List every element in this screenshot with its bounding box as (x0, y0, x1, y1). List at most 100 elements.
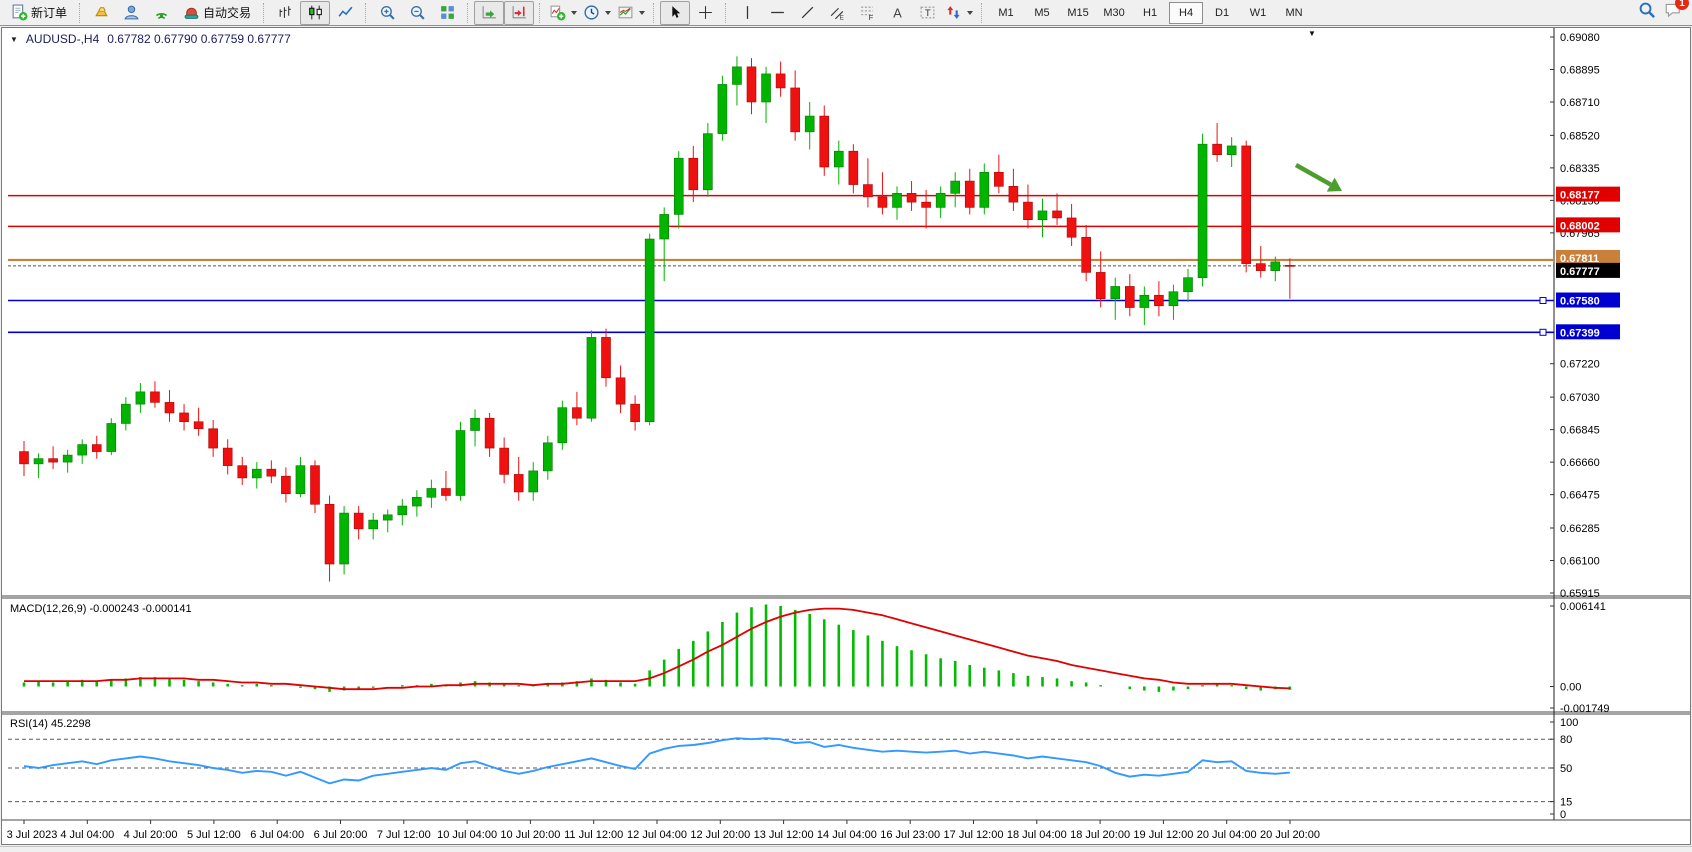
toolbar-separator (653, 3, 655, 23)
line-chart-button[interactable] (330, 1, 360, 25)
svg-text:19 Jul 12:00: 19 Jul 12:00 (1133, 829, 1193, 841)
autotrading-button[interactable]: 自动交易 (176, 1, 258, 25)
tile-windows-button[interactable] (432, 1, 462, 25)
toolbar-group: EF AT (732, 0, 976, 25)
svg-text:10 Jul 04:00: 10 Jul 04:00 (437, 829, 497, 841)
candlestick-chart-button[interactable] (300, 1, 330, 25)
svg-text:18 Jul 20:00: 18 Jul 20:00 (1070, 829, 1130, 841)
indicators-icon (549, 4, 566, 21)
timeframe-d1[interactable]: D1 (1205, 2, 1239, 24)
indicators-button[interactable] (546, 1, 580, 25)
timeframe-m5[interactable]: M5 (1025, 2, 1059, 24)
equidistant-channel-button[interactable]: E (822, 1, 852, 25)
chat-button[interactable]: 1 (1664, 1, 1682, 24)
dropdown-caret-icon (967, 11, 973, 15)
trendline-button[interactable] (792, 1, 822, 25)
bar-chart-icon (277, 4, 294, 21)
svg-text:6 Jul 04:00: 6 Jul 04:00 (250, 829, 304, 841)
toolbar-separator (365, 3, 367, 23)
zoom-out-button[interactable] (402, 1, 432, 25)
profile-button[interactable] (116, 1, 146, 25)
chart-shift-button[interactable] (504, 1, 534, 25)
auto-scroll-button[interactable] (474, 1, 504, 25)
svg-text:50: 50 (1560, 763, 1572, 775)
macd-axis[interactable]: 0.006141 0.00 -0.001749 (1550, 601, 1610, 715)
toolbar-separator (981, 3, 983, 23)
svg-text:7 Jul 12:00: 7 Jul 12:00 (377, 829, 431, 841)
svg-text:15: 15 (1560, 797, 1572, 809)
search-button[interactable] (1638, 1, 1656, 24)
svg-text:0: 0 (1560, 809, 1566, 821)
svg-text:80: 80 (1560, 734, 1572, 746)
svg-text:4 Jul 20:00: 4 Jul 20:00 (124, 829, 178, 841)
crosshair-button[interactable] (690, 1, 720, 25)
timeframe-h1[interactable]: H1 (1133, 2, 1167, 24)
templates-button[interactable] (614, 1, 648, 25)
gold-icon (93, 4, 110, 21)
toolbar-group: 自动交易 (86, 0, 258, 25)
price-labels: 0.681770.680020.678110.677770.675800.673… (1556, 187, 1620, 340)
timeframe-m1[interactable]: M1 (989, 2, 1023, 24)
hline-0.67399[interactable] (8, 329, 1554, 335)
rsi-label: RSI(14) 45.2298 (10, 718, 91, 730)
svg-text:0.67220: 0.67220 (1560, 359, 1600, 371)
cursor-icon (667, 4, 684, 21)
new-order-button[interactable]: 新订单 (4, 1, 74, 25)
fibonacci-button[interactable]: F (852, 1, 882, 25)
timeframe-w1[interactable]: W1 (1241, 2, 1275, 24)
chart-symbol: AUDUSD-,H4 (26, 32, 99, 46)
svg-text:0.67399: 0.67399 (1560, 327, 1600, 339)
hline-0.67580[interactable] (8, 298, 1554, 304)
svg-text:11 Jul 12:00: 11 Jul 12:00 (564, 829, 623, 841)
toolbar-group (660, 0, 720, 25)
status-bar (0, 846, 1692, 852)
arrows-button[interactable] (942, 1, 976, 25)
svg-text:0.68177: 0.68177 (1560, 190, 1600, 202)
horizontal-line-button[interactable] (762, 1, 792, 25)
chart-canvas[interactable]: 0.690800.688950.687100.685200.683350.681… (2, 28, 1690, 844)
svg-text:18 Jul 04:00: 18 Jul 04:00 (1007, 829, 1067, 841)
toolbar-group (270, 0, 360, 25)
fibonacci-icon: F (859, 4, 876, 21)
autotrading-icon (183, 4, 200, 21)
vertical-line-button[interactable] (732, 1, 762, 25)
arrows-icon (945, 4, 962, 21)
profile-icon (123, 4, 140, 21)
market-button[interactable] (86, 1, 116, 25)
svg-text:20 Jul 20:00: 20 Jul 20:00 (1260, 829, 1320, 841)
price-axis[interactable]: 0.690800.688950.687100.685200.683350.681… (1550, 32, 1600, 600)
signals-button[interactable] (146, 1, 176, 25)
annotation-arrow[interactable] (1296, 165, 1342, 192)
cursor-button[interactable] (660, 1, 690, 25)
macd-histogram (24, 605, 1290, 692)
subwindow-marker-icon[interactable]: ▼ (1308, 29, 1316, 38)
timeframe-m15[interactable]: M15 (1061, 2, 1095, 24)
svg-text:0.00: 0.00 (1560, 682, 1581, 694)
timeframe-m30[interactable]: M30 (1097, 2, 1131, 24)
macd-label: MACD(12,26,9) -0.000243 -0.000141 (10, 603, 192, 615)
channel-icon: E (829, 4, 846, 21)
horizontal-line-icon (769, 4, 786, 21)
bar-chart-button[interactable] (270, 1, 300, 25)
svg-text:0.66100: 0.66100 (1560, 556, 1600, 568)
chart-menu-icon[interactable]: ▼ (10, 35, 18, 44)
svg-text:0.68002: 0.68002 (1560, 220, 1600, 232)
svg-text:0.006141: 0.006141 (1560, 601, 1606, 613)
new-order-button-label: 新订单 (31, 4, 67, 21)
periods-button[interactable] (580, 1, 614, 25)
text-button[interactable]: A (882, 1, 912, 25)
chart-shift-icon (511, 4, 528, 21)
timeframe-h4[interactable]: H4 (1169, 2, 1203, 24)
svg-text:-0.001749: -0.001749 (1560, 703, 1610, 715)
svg-text:10 Jul 20:00: 10 Jul 20:00 (500, 829, 560, 841)
zoom-in-button[interactable] (372, 1, 402, 25)
text-label-button[interactable]: T (912, 1, 942, 25)
timeframe-mn[interactable]: MN (1277, 2, 1311, 24)
svg-text:100: 100 (1560, 717, 1578, 729)
pane-frames (2, 28, 1690, 820)
svg-text:13 Jul 12:00: 13 Jul 12:00 (754, 829, 814, 841)
time-axis[interactable]: 3 Jul 20234 Jul 04:004 Jul 20:005 Jul 12… (7, 820, 1320, 841)
line-chart-icon (337, 4, 354, 21)
svg-text:A: A (893, 5, 902, 20)
new-order-icon (11, 4, 28, 21)
